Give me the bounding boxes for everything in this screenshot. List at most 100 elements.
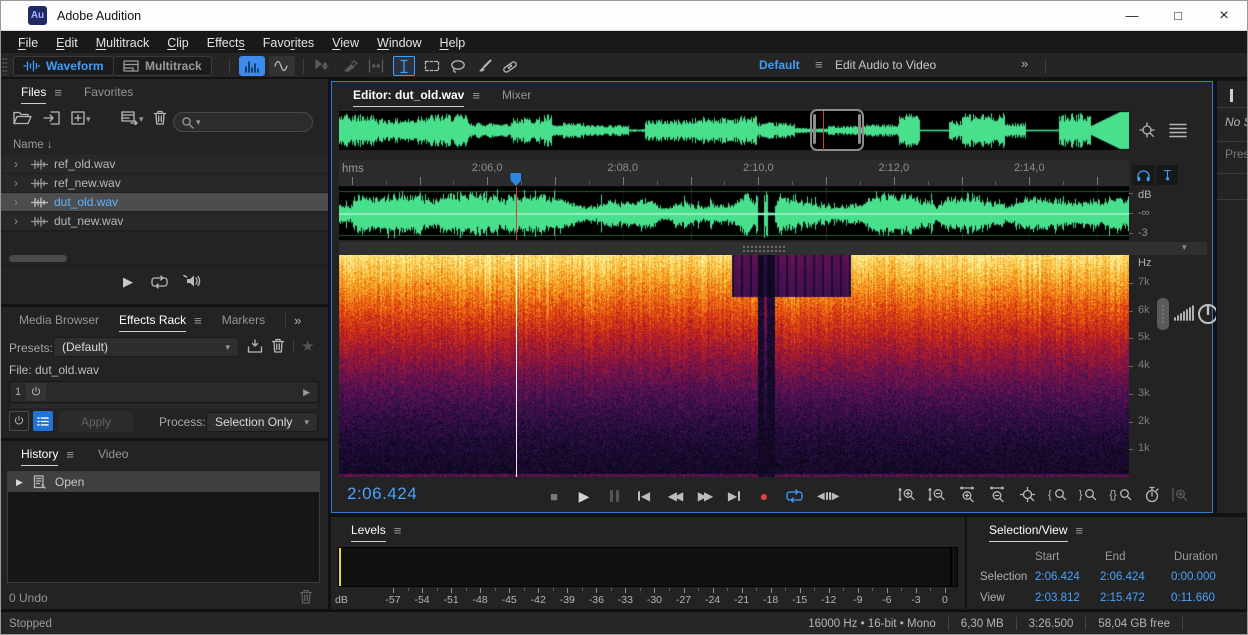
wave-spectral-splitter[interactable]: ▾ (339, 242, 1207, 255)
files-search-input[interactable] (203, 116, 295, 128)
close-button[interactable]: × (1201, 1, 1247, 30)
levels-panel-menu-icon[interactable]: ≡ (394, 523, 402, 538)
zoom-indicator-right-handle[interactable] (858, 114, 861, 144)
overview-options-button[interactable] (1168, 122, 1188, 138)
tab-files[interactable]: Files≡ (15, 85, 68, 100)
zoom-out-time-button[interactable] (988, 486, 1007, 503)
menu-file[interactable]: File (9, 34, 47, 52)
favorite-star-icon[interactable]: ★ (301, 337, 314, 355)
menu-view[interactable]: View (323, 34, 368, 52)
pin-button[interactable] (1156, 165, 1178, 185)
fast-forward-button[interactable]: ▶▶ (696, 486, 712, 506)
rack-power-button[interactable] (9, 411, 29, 431)
zoom-selection-disabled-button[interactable] (1171, 486, 1188, 503)
slip-tool[interactable] (365, 56, 387, 76)
menu-edit[interactable]: Edit (47, 34, 87, 52)
file-row-dut-old[interactable]: › dut_old.wav (1, 193, 328, 212)
maximize-button[interactable]: □ (1155, 1, 1201, 30)
menu-window[interactable]: Window (368, 34, 430, 52)
save-preset-button[interactable] (247, 339, 263, 354)
time-selection-tool[interactable] (393, 56, 415, 76)
view-end-value[interactable]: 2:15.472 (1100, 592, 1145, 604)
tab-favorites[interactable]: Favorites (78, 85, 139, 99)
frequency-resolution-button[interactable] (1173, 304, 1195, 322)
files-play-button[interactable]: ▶ (123, 274, 133, 290)
zoom-indicator-left-handle[interactable] (813, 114, 816, 144)
expand-chevron-icon[interactable]: › (9, 176, 23, 190)
skip-selection-button[interactable]: ◀▶ (817, 486, 839, 506)
paintbrush-tool[interactable] (473, 56, 495, 76)
rack-list-toggle-button[interactable] (33, 411, 53, 431)
files-delete-button[interactable] (153, 110, 167, 125)
waveform-mode-button[interactable]: Waveform (13, 56, 114, 76)
process-dropdown[interactable]: Selection Only▾ (206, 412, 318, 432)
expand-chevron-icon[interactable]: › (9, 157, 23, 171)
minimize-button[interactable]: — (1109, 1, 1155, 30)
lasso-selection-tool[interactable] (447, 56, 469, 76)
view-start-value[interactable]: 2:03.812 (1035, 592, 1080, 604)
spectral-vscroll-thumb[interactable] (1157, 298, 1169, 330)
overview-waveform-canvas[interactable] (339, 111, 1129, 150)
files-autoplay-button[interactable] (183, 274, 201, 288)
tab-media-browser[interactable]: Media Browser (13, 313, 105, 327)
zoom-navigate-button[interactable] (1018, 486, 1037, 503)
zoom-out-amplitude-button[interactable] (928, 486, 947, 503)
tab-markers[interactable]: Markers (216, 313, 271, 327)
effect-slot-power-button[interactable] (26, 383, 46, 401)
loop-playback-button[interactable] (786, 486, 803, 506)
new-file-button[interactable]: ▾ (71, 111, 91, 125)
rewind-button[interactable]: ◀◀ (666, 486, 682, 506)
skip-to-end-button[interactable]: ▶ (726, 486, 742, 506)
effect-slot-1[interactable]: 1 ▶ (9, 381, 319, 403)
marquee-selection-tool[interactable] (421, 56, 443, 76)
overview-zoom-indicator[interactable] (810, 109, 865, 151)
insert-into-multitrack-button[interactable]: ▾ (121, 111, 144, 125)
history-entry-open[interactable]: ▶ Open (8, 472, 319, 492)
file-row-dut-new[interactable]: › dut_new.wav (1, 212, 328, 231)
toolbar-overflow[interactable]: » (1021, 56, 1028, 71)
files-hscroll-thumb[interactable] (9, 255, 67, 262)
pause-button[interactable] (606, 486, 622, 506)
files-search-box[interactable]: ▾ (173, 112, 313, 132)
stop-button[interactable]: ■ (546, 486, 562, 506)
play-button[interactable]: ▶ (576, 486, 592, 506)
file-row-ref-old[interactable]: › ref_old.wav (1, 155, 328, 174)
waveform-display[interactable] (339, 187, 1129, 240)
workspace-title[interactable]: Edit Audio to Video (835, 58, 936, 72)
tab-effects-rack[interactable]: Effects Rack≡ (113, 313, 208, 328)
menu-help[interactable]: Help (431, 34, 475, 52)
skip-to-start-button[interactable]: ◀ (636, 486, 652, 506)
effects-panel-menu-icon[interactable]: ≡ (194, 313, 202, 328)
move-tool[interactable] (311, 56, 333, 76)
expand-chevron-icon[interactable]: › (9, 195, 23, 209)
zoom-in-amplitude-button[interactable] (898, 486, 917, 503)
open-file-button[interactable] (13, 111, 32, 125)
tab-video[interactable]: Video (92, 447, 134, 461)
razor-tool[interactable] (339, 56, 361, 76)
playhead-handle[interactable] (510, 173, 521, 186)
splitter-collapse-caret-icon[interactable]: ▾ (1182, 242, 1187, 253)
selection-end-value[interactable]: 2:06.424 (1100, 571, 1145, 583)
expand-chevron-icon[interactable]: › (9, 214, 23, 228)
spot-healing-brush-tool[interactable] (499, 56, 521, 76)
overview-zoom-navigate-button[interactable] (1138, 121, 1158, 140)
editor-panel-menu-icon[interactable]: ≡ (472, 88, 480, 103)
overview-strip[interactable] (339, 111, 1129, 150)
tab-levels[interactable]: Levels≡ (345, 523, 407, 538)
playhead-time-display[interactable]: 2:06.424 (347, 484, 417, 504)
waveform-display-toggle[interactable] (269, 56, 295, 76)
menu-favorites[interactable]: Favorites (254, 34, 323, 52)
menu-clip[interactable]: Clip (158, 34, 198, 52)
presets-dropdown[interactable]: (Default)▾ (53, 337, 239, 357)
spectral-display-toggle[interactable] (239, 56, 265, 76)
zoom-in-time-button[interactable] (958, 486, 977, 503)
files-panel-menu-icon[interactable]: ≡ (54, 85, 62, 100)
menu-effects[interactable]: Effects (198, 34, 254, 52)
tab-editor[interactable]: Editor: dut_old.wav≡ (347, 88, 486, 103)
monitor-headphones-button[interactable] (1132, 165, 1154, 185)
timeline-ruler[interactable]: hms 2:06,02:08,02:10,02:12,02:14,0 (339, 160, 1129, 187)
view-duration-value[interactable]: 0:11.660 (1171, 592, 1215, 604)
selection-view-menu-icon[interactable]: ≡ (1076, 523, 1084, 538)
files-loop-button[interactable] (151, 275, 168, 289)
zoom-to-out-point-button[interactable]: } (1079, 487, 1099, 502)
